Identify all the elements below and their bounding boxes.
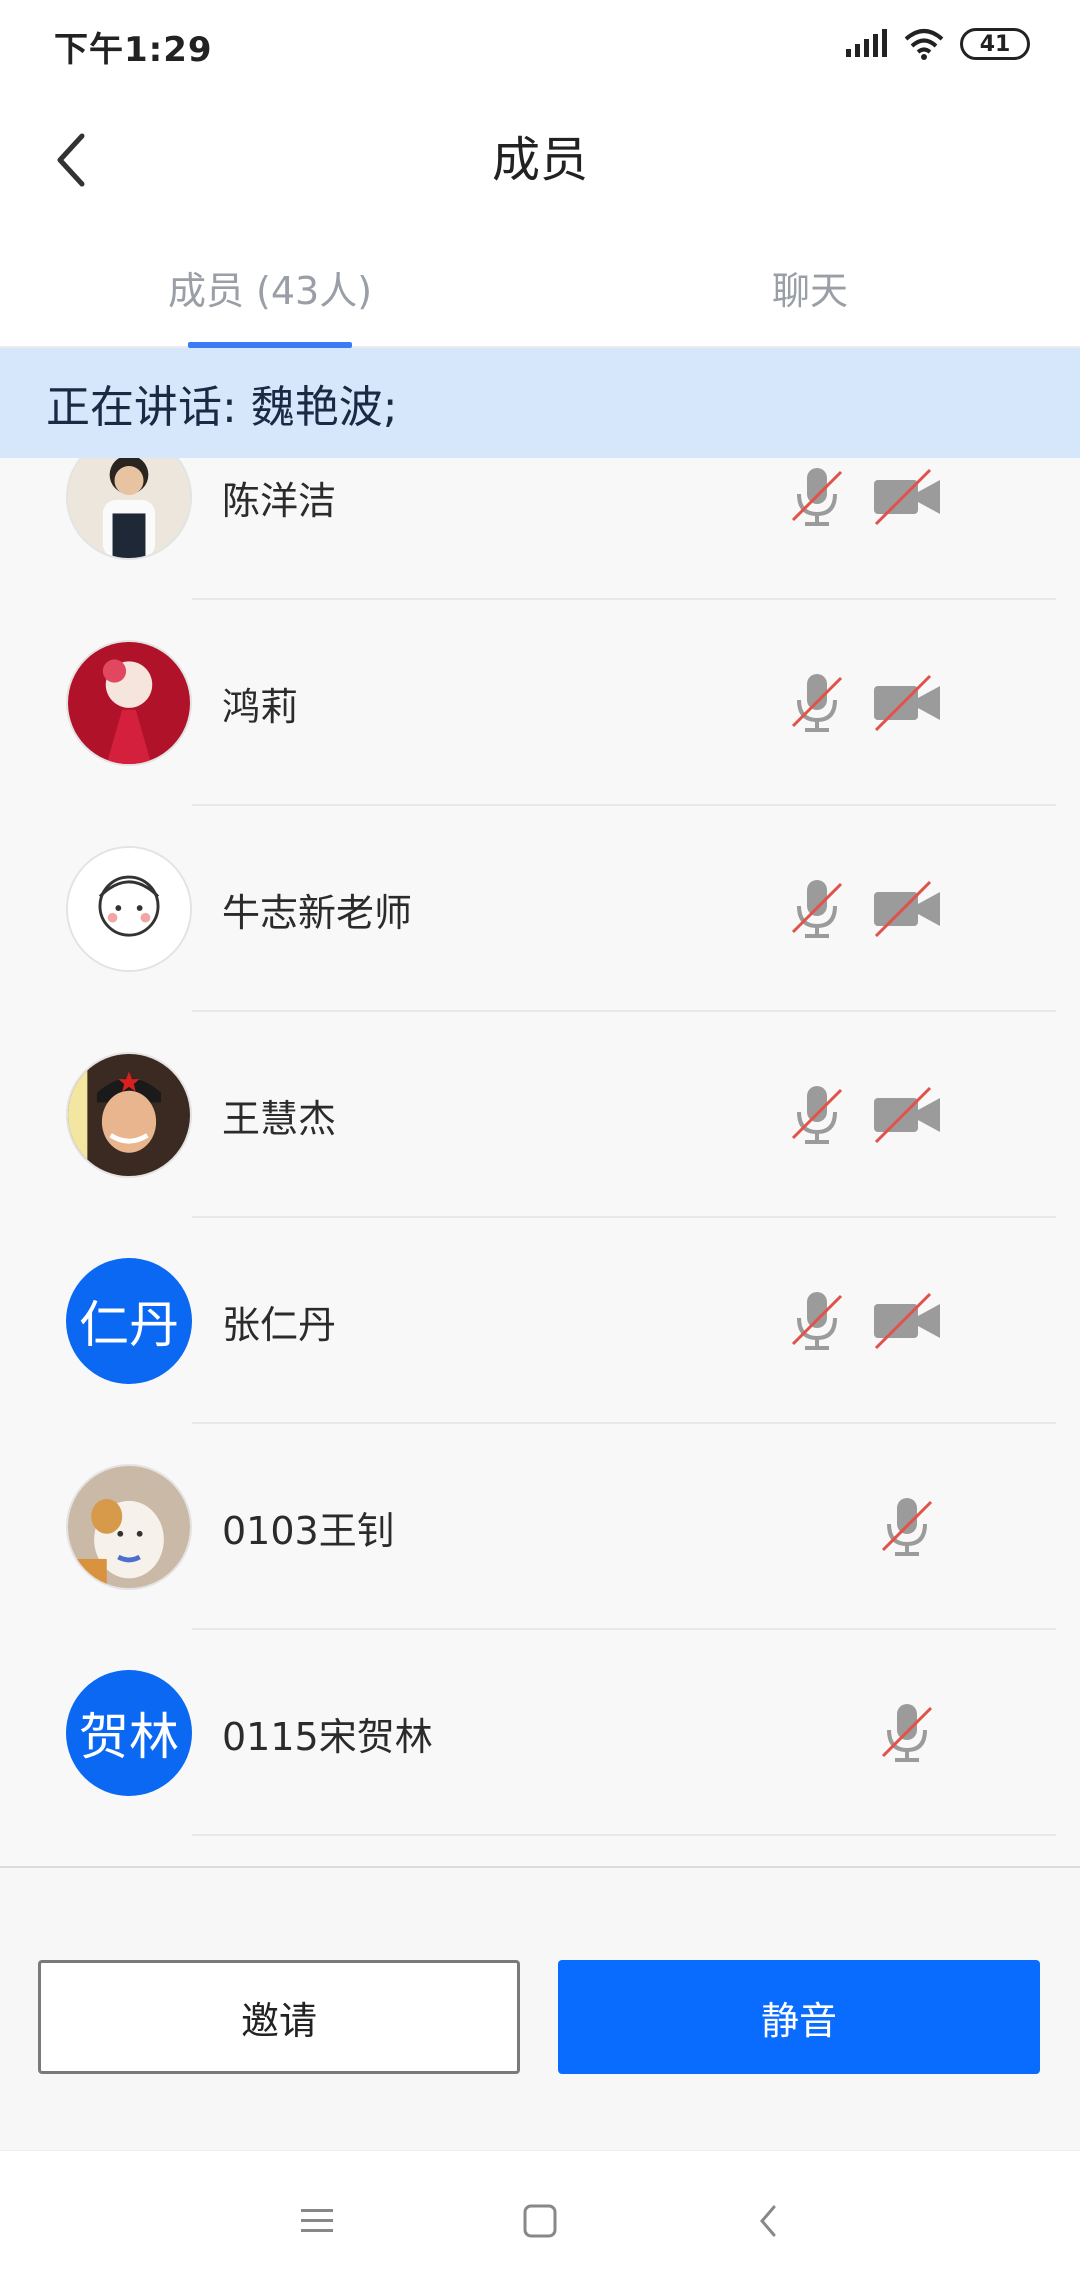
member-name: 张仁丹 xyxy=(222,1302,337,1347)
menu-button[interactable] xyxy=(287,2191,347,2251)
avatar xyxy=(66,640,192,766)
mic-muted-icon[interactable] xyxy=(787,464,847,530)
mic-muted-icon[interactable] xyxy=(877,1494,937,1560)
battery-indicator: 41 xyxy=(960,28,1030,60)
camera-off-icon[interactable] xyxy=(872,674,942,732)
home-button[interactable] xyxy=(510,2191,570,2251)
avatar xyxy=(66,1052,192,1178)
back-triangle-icon xyxy=(760,2205,776,2237)
page-title: 成员 xyxy=(491,132,588,188)
menu-icon xyxy=(301,2209,333,2232)
member-name: 陈洋洁 xyxy=(222,478,337,523)
camera-off-icon[interactable] xyxy=(872,880,942,938)
member-row[interactable]: 贺林 0115宋贺林 xyxy=(0,1630,1080,1836)
mic-muted-icon[interactable] xyxy=(787,1288,847,1354)
status-bar: 下午1:29 41 xyxy=(0,0,1080,90)
avatar xyxy=(66,458,192,560)
member-row[interactable]: 陈洋洁 xyxy=(0,458,1080,600)
avatar-photo-icon xyxy=(68,1054,190,1176)
member-name: 0115宋贺林 xyxy=(222,1714,433,1759)
status-time: 下午1:29 xyxy=(54,30,213,70)
status-icons: 41 xyxy=(844,24,1030,64)
avatar: 仁丹 xyxy=(66,1258,192,1384)
invite-button[interactable]: 邀请 xyxy=(38,1960,520,2074)
mic-muted-icon[interactable] xyxy=(787,670,847,736)
avatar-photo-icon xyxy=(68,848,190,970)
speaking-banner: 正在讲话: 魏艳波; xyxy=(0,348,1080,458)
avatar: 贺林 xyxy=(66,1670,192,1796)
avatar xyxy=(66,1464,192,1590)
system-back-button[interactable] xyxy=(738,2191,798,2251)
camera-off-icon[interactable] xyxy=(872,468,942,526)
camera-off-icon[interactable] xyxy=(872,1292,942,1350)
member-name: 鸿莉 xyxy=(222,684,299,729)
home-square-icon xyxy=(523,2204,557,2238)
mic-muted-icon[interactable] xyxy=(877,1700,937,1766)
avatar-photo-icon xyxy=(68,1466,190,1588)
member-row[interactable]: 鸿莉 xyxy=(0,600,1080,806)
header: 成员 xyxy=(0,90,1080,230)
member-name: 0103王钊 xyxy=(222,1508,395,1553)
action-bar: 邀请 静音 xyxy=(0,1866,1080,2150)
tab-chat[interactable]: 聊天 xyxy=(540,230,1080,348)
row-divider xyxy=(192,1834,1056,1836)
avatar-photo-icon xyxy=(68,458,190,558)
system-nav-bar xyxy=(0,2150,1080,2280)
member-name: 王慧杰 xyxy=(222,1096,337,1141)
member-row[interactable]: 牛志新老师 xyxy=(0,806,1080,1012)
member-row[interactable]: 0103王钊 xyxy=(0,1424,1080,1630)
mic-muted-icon[interactable] xyxy=(787,1082,847,1148)
avatar-photo-icon xyxy=(68,642,190,764)
avatar xyxy=(66,846,192,972)
camera-off-icon[interactable] xyxy=(872,1086,942,1144)
member-list[interactable]: 陈洋洁 鸿莉 牛志新老师 王慧杰 仁丹 张仁丹 0103王钊 贺林 0115宋贺… xyxy=(0,458,1080,1866)
wifi-icon xyxy=(904,29,944,60)
signal-icon xyxy=(846,29,887,57)
member-name: 牛志新老师 xyxy=(222,890,413,935)
member-row[interactable]: 王慧杰 xyxy=(0,1012,1080,1218)
member-row[interactable]: 仁丹 张仁丹 xyxy=(0,1218,1080,1424)
tab-members[interactable]: 成员 (43人) xyxy=(0,230,540,348)
mic-muted-icon[interactable] xyxy=(787,876,847,942)
tab-bar: 成员 (43人) 聊天 xyxy=(0,230,1080,348)
mute-all-button[interactable]: 静音 xyxy=(558,1960,1040,2074)
